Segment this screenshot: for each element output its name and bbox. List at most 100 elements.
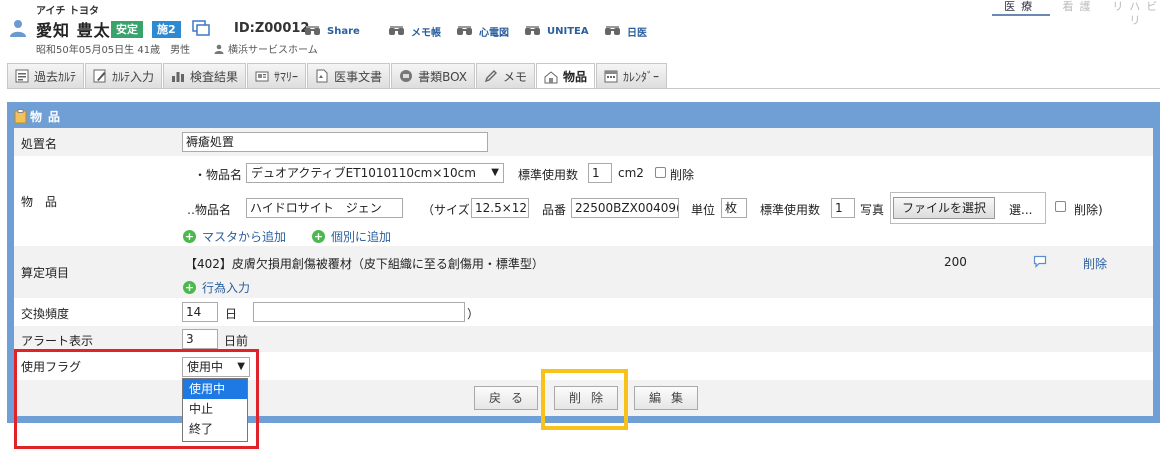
back-button[interactable]: 戻る — [474, 386, 538, 410]
patient-birth-info: 昭和50年05月05日生 41歳 男性 — [36, 45, 191, 56]
plus-circle-icon: + — [183, 230, 196, 243]
add-action-link[interactable]: + 行為入力 — [183, 279, 250, 296]
header-link-ecg[interactable]: 心電図 — [456, 22, 509, 40]
exchange-unit: 日 — [225, 307, 238, 321]
tab-chart-input[interactable]: ｶﾙﾃ入力 — [85, 63, 163, 88]
status-badge-stable: 安定 — [111, 21, 143, 38]
item2-code-label: 品番 — [542, 203, 567, 217]
tab-past-chart[interactable]: 過去ｶﾙﾃ — [7, 63, 85, 88]
file-upload-box: ファイルを選択 選... — [890, 192, 1046, 224]
patient-kana: アイチ トヨタ — [36, 6, 99, 17]
glasses-icon — [305, 26, 320, 35]
memo-pen-icon — [484, 70, 497, 83]
calc-item: 【402】皮膚欠損用創傷被覆材（皮下組織に至る創傷用・標準型） — [185, 257, 544, 271]
file-status: 選... — [1009, 203, 1033, 217]
header-link-nichii[interactable]: 日医 — [604, 22, 647, 40]
item2-std-input[interactable]: 1 — [831, 198, 855, 218]
item2-photo-label: 写真 — [860, 203, 885, 217]
calc-delete-link[interactable]: 削除 — [1083, 255, 1107, 272]
tab-summary[interactable]: ｻﾏﾘｰ — [247, 63, 307, 88]
add-individually-link[interactable]: + 個別に追加 — [312, 228, 391, 245]
item1-delete-checkbox[interactable] — [655, 167, 666, 178]
panel-title: 物品 — [14, 105, 66, 127]
edit-button[interactable]: 編集 — [634, 386, 698, 410]
glasses-icon — [525, 26, 540, 35]
plus-circle-icon: + — [183, 281, 196, 294]
patient-facility: 横浜サービスホーム — [214, 41, 318, 56]
header-link-label: UNITEA — [547, 25, 589, 37]
item1-delete-label: 削除 — [670, 168, 695, 182]
tab-rehab[interactable]: リハビリ — [1109, 0, 1167, 27]
exchange-paren-close: ） — [467, 307, 480, 321]
header-link-memo[interactable]: メモ帳 — [388, 22, 441, 40]
alert-label: アラート表示 — [21, 334, 94, 348]
item2-delete-label: 削除) — [1074, 203, 1103, 217]
tab-memo[interactable]: メモ — [476, 63, 536, 88]
tab-nursing[interactable]: 看護 — [1050, 0, 1108, 16]
header-link-label: Share — [327, 25, 360, 37]
header-link-unitea[interactable]: UNITEA — [524, 22, 589, 40]
comment-icon[interactable] — [1033, 255, 1047, 268]
right-category-tabs: 医療 看護 リハビリ — [992, 0, 1167, 27]
item2-size-label: （サイズ — [422, 203, 470, 217]
header-link-label: 心電図 — [479, 27, 509, 39]
row-treatment: 処置名 褥瘡処置 — [14, 128, 1153, 156]
highlight-box-yellow — [541, 369, 628, 430]
tab-goods[interactable]: 物品 — [536, 63, 596, 89]
chevron-down-icon: ▼ — [491, 167, 499, 178]
exchange-note-input[interactable] — [253, 302, 465, 322]
header-link-share[interactable]: Share — [304, 22, 360, 40]
status-badge-facility: 施2 — [152, 21, 181, 38]
exchange-frequency-input[interactable]: 14 — [182, 302, 218, 322]
tab-divider — [7, 88, 1160, 89]
item2-unit-label: 単位 — [691, 203, 716, 217]
header-link-label: メモ帳 — [411, 27, 441, 39]
item2-prefix: ‥物品名 — [187, 203, 232, 217]
exchange-label: 交換頻度 — [21, 307, 70, 321]
tab-calendar[interactable]: ｶﾚﾝﾀﾞｰ — [596, 63, 668, 88]
item2-delete-checkbox[interactable] — [1055, 201, 1066, 212]
tab-test-results[interactable]: 検査結果 — [163, 63, 247, 88]
treatment-label: 処置名 — [21, 137, 58, 151]
glasses-icon — [605, 26, 620, 35]
file-select-button[interactable]: ファイルを選択 — [893, 197, 996, 219]
calendar-icon — [604, 70, 618, 83]
row-exchange: 交換頻度 14 日 （ ） — [14, 298, 1153, 326]
highlight-box-red — [14, 349, 259, 449]
chart-icon — [15, 69, 29, 83]
box-icon — [400, 70, 413, 82]
tab-medical[interactable]: 医療 — [992, 0, 1051, 16]
window-icon[interactable] — [192, 20, 210, 36]
items-label: 物 品 — [21, 195, 58, 209]
item2-unit-input[interactable]: 枚 — [721, 198, 747, 218]
row-items: 物 品 ・物品名 デュオアクティブET1010110cm×10cm ▼ 標準使用数… — [14, 156, 1153, 246]
plus-circle-icon: + — [312, 230, 325, 243]
item2-size-input[interactable]: 12.5×12. — [471, 198, 529, 218]
item1-std-label: 標準使用数 — [518, 168, 579, 182]
clipboard-icon — [14, 109, 27, 123]
alert-days-input[interactable]: 3 — [182, 329, 218, 349]
item2-code-input[interactable]: 22500BZX00409( — [571, 198, 679, 218]
summary-icon — [255, 71, 269, 82]
calc-label: 算定項目 — [21, 266, 70, 280]
house-icon — [544, 70, 558, 83]
tab-document-box[interactable]: 書類BOX — [391, 63, 475, 88]
add-from-master-link[interactable]: + マスタから追加 — [183, 228, 286, 245]
tab-medical-docs[interactable]: 医事文書 — [307, 63, 391, 88]
calc-points: 200 — [944, 255, 967, 269]
item1-std-input[interactable]: 1 — [588, 163, 612, 183]
item1-name-select[interactable]: デュオアクティブET1010110cm×10cm ▼ — [246, 163, 504, 183]
item2-name-input[interactable]: ハイドロサイト ジェン — [246, 198, 403, 218]
person-small-icon — [214, 44, 224, 54]
pencil-icon — [93, 69, 106, 83]
main-tabs: 過去ｶﾙﾃ ｶﾙﾃ入力 検査結果 ｻﾏﾘｰ 医事文書 書類BOX メモ 物品 ｶ… — [7, 63, 668, 89]
alert-unit: 日前 — [224, 334, 249, 348]
person-icon — [10, 20, 26, 37]
patient-name: 愛知 豊太 — [36, 21, 111, 40]
row-calc: 算定項目 【402】皮膚欠損用創傷被覆材（皮下組織に至る創傷用・標準型） 200… — [14, 246, 1153, 298]
item1-unit: cm2 — [618, 166, 644, 180]
item2-std-label: 標準使用数 — [760, 203, 821, 217]
bar-chart-icon — [172, 72, 185, 82]
glasses-icon — [389, 26, 404, 35]
treatment-name-input[interactable]: 褥瘡処置 — [182, 132, 488, 152]
